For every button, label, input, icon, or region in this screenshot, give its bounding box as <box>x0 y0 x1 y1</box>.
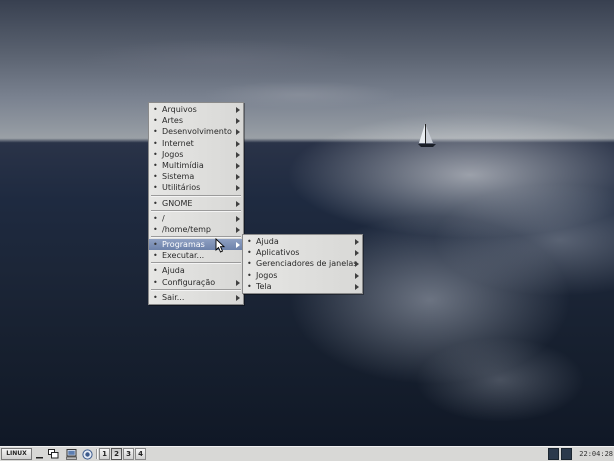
menu-item-home-temp[interactable]: •/home/temp <box>149 224 243 235</box>
submenu-arrow-icon <box>355 239 359 245</box>
submenu-arrow-icon <box>355 283 359 290</box>
menu-item-sair[interactable]: • Sair... <box>149 292 243 303</box>
computer-icon <box>66 448 77 460</box>
submenu-item-aplicativos[interactable]: • Aplicativos <box>243 247 362 258</box>
menu-separator <box>151 236 241 239</box>
bullet-icon: • <box>247 237 252 246</box>
terminal-launcher-button[interactable] <box>65 448 78 460</box>
pager-preview-1[interactable] <box>548 448 559 460</box>
menu-item-desenvolvimento[interactable]: • Desenvolvimento <box>149 126 243 137</box>
submenu-item-tela[interactable]: • Tela <box>243 281 362 292</box>
bullet-icon: • <box>247 281 252 291</box>
bullet-icon: • <box>153 172 158 182</box>
clock: 22:04:28 <box>579 450 613 458</box>
taskbar: LINUX 1 2 3 4 22:04:28 <box>0 446 614 461</box>
windows-icon <box>48 449 59 459</box>
submenu-arrow-icon <box>236 118 240 125</box>
bullet-icon: • <box>153 251 158 261</box>
submenu-arrow-icon <box>236 129 240 136</box>
start-menu-button[interactable]: LINUX <box>1 448 32 460</box>
bullet-icon: • <box>153 292 158 302</box>
menu-item-root-dir[interactable]: • / <box>149 213 243 224</box>
bullet-icon: • <box>153 198 158 208</box>
bullet-icon: • <box>247 259 252 269</box>
bullet-icon: • <box>153 105 158 114</box>
bullet-icon: • <box>247 248 252 258</box>
submenu-arrow-icon <box>236 162 240 169</box>
submenu-arrow-icon <box>236 107 240 113</box>
menu-item-ajuda[interactable]: • Ajuda <box>149 265 243 276</box>
menu-separator <box>151 262 241 265</box>
menu-item-multimidia[interactable]: • Multimídia <box>149 160 243 171</box>
submenu-arrow-icon <box>236 226 240 233</box>
bullet-icon: • <box>153 266 158 276</box>
bullet-icon: • <box>153 160 158 170</box>
main-menu: • Arquivos • Artes • Desenvolvimento • Inter… <box>148 102 244 305</box>
submenu-arrow-icon <box>236 200 240 207</box>
workspace-2-button[interactable]: 2 <box>111 448 122 460</box>
bullet-icon: • <box>247 270 252 280</box>
submenu-item-jogos[interactable]: • Jogos <box>243 270 362 281</box>
menu-item-internet[interactable]: • Internet <box>149 138 243 149</box>
workspace-4-button[interactable]: 4 <box>135 448 146 460</box>
menu-separator <box>151 209 241 212</box>
submenu-arrow-icon <box>236 140 240 147</box>
bullet-icon: • <box>153 116 158 126</box>
submenu-arrow-icon <box>236 185 240 192</box>
bullet-icon: • <box>153 149 158 159</box>
menu-item-gnome[interactable]: • GNOME <box>149 198 243 209</box>
water-glitter <box>0 0 614 446</box>
submenu-arrow-icon <box>236 279 240 286</box>
menu-item-executar[interactable]: • Executar... <box>149 250 243 261</box>
menu-item-programas[interactable]: • Programas <box>149 239 243 251</box>
submenu-arrow-icon <box>355 261 359 268</box>
bullet-icon: • <box>153 138 158 148</box>
menu-item-artes[interactable]: • Artes <box>149 115 243 126</box>
submenu-arrow-icon <box>236 174 240 181</box>
submenu-item-ajuda[interactable]: • Ajuda <box>243 236 362 247</box>
taskbar-separator <box>96 449 98 459</box>
submenu-item-gerenciadores-de-janelas[interactable]: • Gerenciadores de janelas <box>243 258 362 269</box>
desktop[interactable] <box>0 0 614 446</box>
submenu-arrow-icon <box>236 215 240 222</box>
menu-separator <box>151 288 241 291</box>
submenu-arrow-icon <box>236 294 240 301</box>
bullet-icon: • <box>153 277 158 287</box>
menu-item-jogos[interactable]: • Jogos <box>149 149 243 160</box>
bullet-icon: • <box>153 213 158 223</box>
help-icon <box>82 448 93 460</box>
submenu-arrow-icon <box>355 250 359 257</box>
submenu-arrow-icon <box>355 272 359 279</box>
submenu-arrow-icon <box>236 242 240 249</box>
minimize-all-button[interactable] <box>33 448 46 460</box>
pager-preview-2[interactable] <box>561 448 572 460</box>
bullet-icon: • <box>153 224 158 234</box>
menu-separator <box>151 194 241 197</box>
submenu-arrow-icon <box>236 151 240 158</box>
minimize-icon <box>36 456 43 458</box>
programs-submenu: • Ajuda • Aplicativos • Gerenciadores de ja… <box>242 234 363 294</box>
windows-list-button[interactable] <box>47 448 60 460</box>
sailboat-icon <box>418 124 436 147</box>
workspace-3-button[interactable]: 3 <box>123 448 134 460</box>
help-launcher-button[interactable] <box>81 448 94 460</box>
workspace-1-button[interactable]: 1 <box>99 448 110 460</box>
menu-item-arquivos[interactable]: • Arquivos <box>149 104 243 115</box>
bullet-icon: • <box>153 183 158 193</box>
menu-item-configuracao[interactable]: • Configuração <box>149 277 243 288</box>
bullet-icon: • <box>153 127 158 137</box>
mouse-pointer-icon <box>215 238 226 253</box>
menu-item-sistema[interactable]: • Sistema <box>149 171 243 182</box>
bullet-icon: • <box>153 240 158 250</box>
menu-item-utilitarios[interactable]: • Utilitários <box>149 182 243 193</box>
